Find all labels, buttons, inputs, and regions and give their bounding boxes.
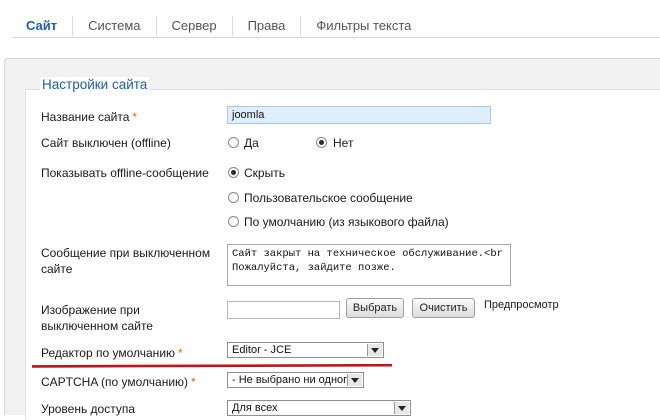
offline-image-input[interactable] [227,301,340,319]
tab-site[interactable]: Сайт [12,16,72,36]
custom-message-label: Пользовательское сообщение [244,191,413,205]
tab-server[interactable]: Сервер [155,16,232,36]
tab-strip: Сайт Система Сервер Права Фильтры текста [0,0,660,42]
section-legend: Настройки сайта [40,77,150,92]
chevron-down-icon [347,374,362,386]
tab-permissions[interactable]: Права [231,16,301,36]
default-message-label: По умолчанию (из языкового файла) [244,215,449,229]
tab-text-filters[interactable]: Фильтры текста [300,16,426,36]
hide-message-label: Скрыть [244,166,285,180]
default-editor-label: Редактор по умолчанию * [41,346,183,360]
offline-message-textarea[interactable]: Сайт закрыт на техническое обслуживание.… [227,244,511,286]
access-level-label: Уровень доступа [41,402,136,416]
chevron-down-icon [394,402,409,414]
offline-message-show-label: Показывать offline-сообщение [41,166,209,180]
captcha-label: CAPTCHA (по умолчанию) * [41,375,196,389]
offline-label: Сайт выключен (offline) [41,136,171,150]
offline-yes-radio[interactable] [228,137,239,148]
access-level-value: Для всех [232,402,278,414]
offline-no-label: Нет [333,136,354,150]
captcha-select[interactable]: - Не выбрано ни одного - [227,372,364,388]
default-message-radio[interactable] [228,216,239,227]
offline-image-label: Изображение при выключенном сайте [41,303,153,333]
offline-no-radio[interactable] [316,137,327,148]
default-editor-select[interactable]: Editor - JCE [227,342,384,358]
tab-bar: Сайт Система Сервер Права Фильтры текста [12,14,426,38]
clear-image-button[interactable]: Очистить [412,298,475,318]
hide-message-radio[interactable] [228,167,239,178]
chevron-down-icon [367,344,382,356]
site-name-label: Название сайта * [41,110,138,124]
site-name-input[interactable]: joomla [227,106,491,124]
image-preview-label: Предпросмотр [484,299,559,311]
offline-message-label: Сообщение при выключенном сайте [41,246,211,276]
annotation-underline [32,364,392,368]
offline-yes-label: Да [244,136,259,150]
required-marker: * [178,346,183,360]
tab-system[interactable]: Система [72,16,155,36]
required-marker: * [132,110,138,124]
captcha-value: - Не выбрано ни одного - [232,374,360,386]
select-image-button[interactable]: Выбрать [346,298,404,318]
tab-divider [12,37,660,38]
default-editor-value: Editor - JCE [232,344,292,356]
custom-message-radio[interactable] [228,192,239,203]
required-marker: * [191,375,196,389]
